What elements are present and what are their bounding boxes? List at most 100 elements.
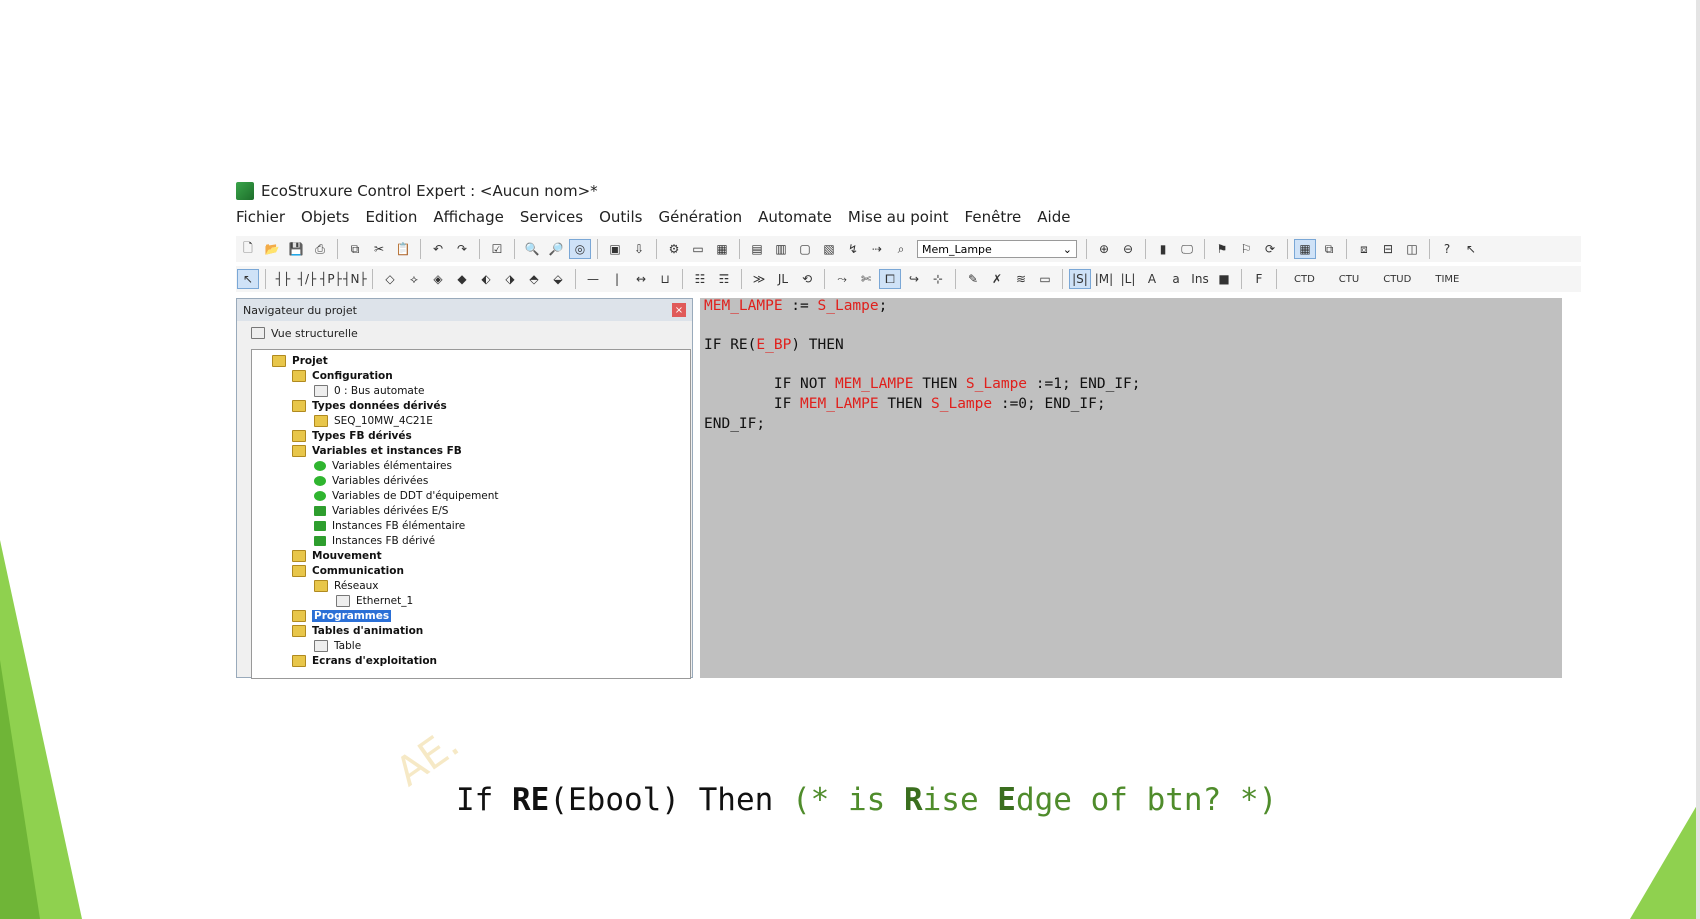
contact-nc-icon[interactable]: ┤/├	[297, 270, 317, 288]
label-icon[interactable]: JL	[773, 270, 793, 288]
new-file-icon[interactable]: 🗋	[238, 240, 258, 258]
cut-wire-icon[interactable]: ✄	[856, 270, 876, 288]
fb-edit-icon[interactable]: ☶	[714, 270, 734, 288]
menu-affichage[interactable]: Affichage	[433, 208, 503, 230]
context-help-icon[interactable]: ↖	[1461, 240, 1481, 258]
find-replace-icon[interactable]: 🔎	[546, 240, 566, 258]
tree-node-fb-derived[interactable]: Instances FB dérivé	[314, 533, 435, 548]
coil-reset-icon[interactable]: ◆	[452, 270, 472, 288]
go-to-icon[interactable]: ⇢	[867, 240, 887, 258]
menu-services[interactable]: Services	[520, 208, 583, 230]
print-area-icon[interactable]: ▭	[1035, 270, 1055, 288]
tree-node-programmes[interactable]: Programmes	[292, 608, 392, 623]
tree-node-reseaux[interactable]: Réseaux	[314, 578, 379, 593]
tree-node-projet[interactable]: Projet	[272, 353, 328, 368]
menu-fenetre[interactable]: Fenêtre	[965, 208, 1022, 230]
multi-window-icon[interactable]: ⧉	[1319, 240, 1339, 258]
menu-automate[interactable]: Automate	[758, 208, 832, 230]
menu-edition[interactable]: Edition	[365, 208, 417, 230]
contact-p-icon[interactable]: ┤P├	[320, 270, 342, 288]
contact-n-icon[interactable]: ┤N├	[343, 270, 366, 288]
fb-icon[interactable]: ☷	[690, 270, 710, 288]
validate-icon[interactable]: ☑	[487, 240, 507, 258]
tree-node-ecrans[interactable]: Ecrans d'exploitation	[292, 653, 437, 668]
menu-generation[interactable]: Génération	[658, 208, 742, 230]
jump-icon[interactable]: ↯	[843, 240, 863, 258]
menu-aide[interactable]: Aide	[1037, 208, 1070, 230]
inspect-icon[interactable]: ⧠	[879, 269, 901, 289]
coil-neg-icon[interactable]: ⟡	[404, 270, 424, 288]
font-larger-icon[interactable]: A	[1142, 270, 1162, 288]
return-icon[interactable]: ⟲	[797, 270, 817, 288]
grid-view-icon[interactable]: ▦	[1294, 239, 1316, 259]
ctu-button[interactable]: CTU	[1339, 274, 1359, 285]
memory-icon[interactable]: ▭	[688, 240, 708, 258]
tree-node-fb-types[interactable]: Types FB dérivés	[292, 428, 412, 443]
tile-vertical-icon[interactable]: ◫	[1402, 240, 1422, 258]
build-icon[interactable]: ▣	[605, 240, 625, 258]
tree-node-tables[interactable]: Tables d'animation	[292, 623, 423, 638]
vertical-link-icon[interactable]: |	[607, 270, 627, 288]
symbol-s-icon[interactable]: |S|	[1069, 269, 1091, 289]
print-icon[interactable]: ⎙	[310, 240, 330, 258]
tree-node-fb-elem[interactable]: Instances FB élémentaire	[314, 518, 465, 533]
flag-icon[interactable]: ⚑	[1212, 240, 1232, 258]
tree-node-ethernet[interactable]: Ethernet_1	[336, 593, 413, 608]
tree-node-configuration[interactable]: Configuration	[292, 368, 393, 383]
window-icon[interactable]: ▢	[795, 240, 815, 258]
open-box-icon[interactable]: ⊔	[655, 270, 675, 288]
close-icon[interactable]: ×	[672, 303, 686, 317]
function-f-button[interactable]: F	[1249, 270, 1269, 288]
chevron-down-icon[interactable]: ⌄	[1063, 243, 1072, 256]
redo-icon[interactable]: ↷	[452, 240, 472, 258]
format-icon[interactable]: ≋	[1011, 270, 1031, 288]
coil-n-icon[interactable]: ⬗	[500, 270, 520, 288]
time-button[interactable]: TIME	[1435, 274, 1459, 285]
navigator-view[interactable]: Vue structurelle	[237, 321, 692, 345]
menu-fichier[interactable]: Fichier	[236, 208, 285, 230]
tree-node-var-derived[interactable]: Variables dérivées	[314, 473, 428, 488]
symbol-l-icon[interactable]: |L|	[1118, 270, 1138, 288]
connect-wire-icon[interactable]: ↪	[904, 270, 924, 288]
code-editor[interactable]: MEM_LAMPE := S_Lampe; IF RE(E_BP) THEN I…	[700, 298, 1562, 678]
paste-icon[interactable]: 📋	[393, 240, 413, 258]
refresh-icon[interactable]: ⟳	[1260, 240, 1280, 258]
menu-objets[interactable]: Objets	[301, 208, 349, 230]
transfer-icon[interactable]: ⇩	[629, 240, 649, 258]
cut-icon[interactable]: ✂	[369, 240, 389, 258]
binoculars-icon[interactable]: ⌕	[891, 240, 911, 258]
coil-halt-icon[interactable]: ⬘	[524, 270, 544, 288]
ctd-button[interactable]: CTD	[1294, 274, 1315, 285]
browser-icon[interactable]: ▤	[747, 240, 767, 258]
tree-node-table[interactable]: Table	[314, 638, 361, 653]
tree-node-bus[interactable]: 0 : Bus automate	[314, 383, 424, 398]
zoom-out-icon[interactable]: ⊖	[1118, 240, 1138, 258]
open-folder-icon[interactable]: 📂	[262, 240, 282, 258]
insert-mode-button[interactable]: Ins	[1190, 270, 1210, 288]
save-icon[interactable]: 💾	[286, 240, 306, 258]
jump-arrow-icon[interactable]: ≫	[749, 270, 769, 288]
menu-mise-au-point[interactable]: Mise au point	[848, 208, 949, 230]
delete-comment-icon[interactable]: ✗	[987, 270, 1007, 288]
screen-icon[interactable]: ▧	[819, 240, 839, 258]
menu-outils[interactable]: Outils	[599, 208, 642, 230]
analyze-icon[interactable]: ◎	[569, 239, 591, 259]
tree-node-seq[interactable]: SEQ_10MW_4C21E	[314, 413, 433, 428]
link-icon[interactable]: ↔	[631, 270, 651, 288]
cascade-icon[interactable]: ⧈	[1354, 240, 1374, 258]
ctud-button[interactable]: CTUD	[1383, 274, 1411, 285]
coil-set-icon[interactable]: ◈	[428, 270, 448, 288]
tree-node-ddt[interactable]: Types données dérivés	[292, 398, 447, 413]
tree-node-var-ddt[interactable]: Variables de DDT d'équipement	[314, 488, 499, 503]
coil-call-icon[interactable]: ⬙	[548, 270, 568, 288]
horizontal-link-icon[interactable]: —	[583, 270, 603, 288]
zoom-in-icon[interactable]: ⊕	[1094, 240, 1114, 258]
node-icon[interactable]: ⊹	[928, 270, 948, 288]
select-pointer-icon[interactable]: ↖	[237, 269, 259, 289]
connect-icon[interactable]: ⚙	[664, 240, 684, 258]
coil-icon[interactable]: ◇	[380, 270, 400, 288]
font-smaller-icon[interactable]: a	[1166, 270, 1186, 288]
contact-no-icon[interactable]: ┤├	[273, 270, 293, 288]
monitor-icon[interactable]: 🖵	[1177, 240, 1197, 258]
comment-icon[interactable]: ✎	[963, 270, 983, 288]
